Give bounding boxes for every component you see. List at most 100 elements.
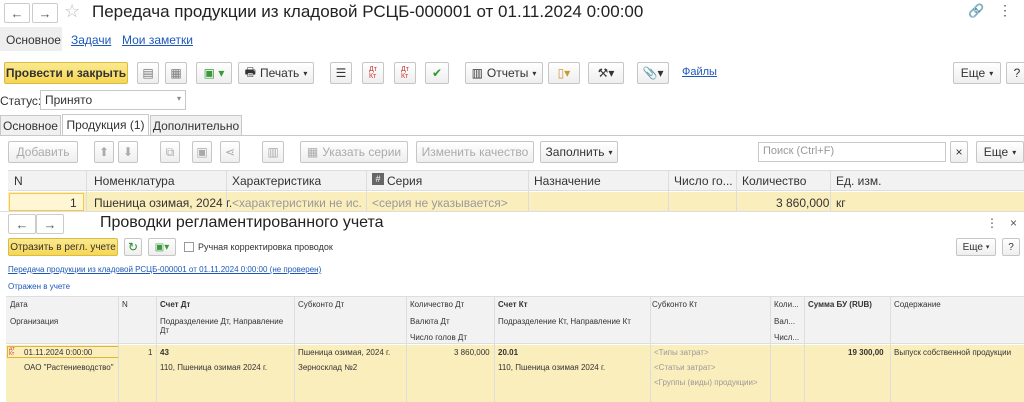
p-sub-kt1: <Типы затрат>	[654, 348, 709, 357]
h-sub-kt[interactable]: Субконто Кт	[652, 300, 697, 309]
chevron-down-icon: ▾	[176, 94, 181, 103]
h-n[interactable]: N	[122, 300, 128, 309]
h-dept-dt[interactable]: Подразделение Дт, Направление Дт	[160, 317, 292, 335]
split-button[interactable]: ⋖	[220, 141, 240, 163]
tabs-underline	[0, 135, 1024, 136]
col-quantity[interactable]: Количество	[742, 174, 806, 188]
h-cur-dt[interactable]: Валюта Дт	[410, 317, 450, 326]
post-button[interactable]: ▦	[165, 62, 187, 84]
series-icon: ▦	[306, 145, 319, 159]
tab-products[interactable]: Продукция (1)	[62, 114, 149, 135]
add-button[interactable]: Добавить	[8, 141, 78, 163]
search-input[interactable]: Поиск (Ctrl+F)	[758, 142, 946, 162]
list-button[interactable]: ☰	[330, 62, 352, 84]
reflect-button[interactable]: Отразить в регл. учете	[8, 238, 118, 256]
h-kt[interactable]: Счет Кт	[498, 300, 528, 309]
nav-tab-main[interactable]: Основное	[6, 33, 61, 47]
create-based-icon: ▣ ▾	[203, 66, 225, 80]
reports-button[interactable]: ▥ Отчеты ▾	[465, 62, 543, 84]
doc-link[interactable]: Передача продукции из кладовой РСЦБ-0000…	[8, 265, 321, 274]
create-based-button[interactable]: ▣ ▾	[196, 62, 232, 84]
sub-close-icon[interactable]: ×	[1010, 216, 1017, 230]
check-button[interactable]: ✔	[425, 62, 449, 84]
files-link[interactable]: Файлы	[682, 66, 717, 78]
more-button[interactable]: Еще ▾	[953, 62, 1001, 84]
h-date[interactable]: Дата	[10, 300, 28, 309]
status-select[interactable]: Принято ▾	[40, 90, 186, 110]
row-characteristic: <характеристики не ис...	[232, 196, 362, 210]
dt-kt-button-2[interactable]: Дт Кт	[394, 62, 416, 84]
h-cur-kt[interactable]: Вал...	[774, 317, 802, 326]
dt-kt-button[interactable]: Дт Кт	[362, 62, 384, 84]
save-icon: ▤	[142, 66, 154, 80]
favorite-star-icon[interactable]: ☆	[64, 1, 80, 22]
tab-main[interactable]: Основное	[0, 115, 61, 135]
col-divider	[650, 296, 651, 402]
post-icon: ▦	[170, 66, 182, 80]
sub-help-button[interactable]: ?	[1002, 238, 1020, 256]
row-item: Пшеница озимая, 2024 г.	[94, 196, 233, 210]
h-qty-kt[interactable]: Коли...	[774, 300, 802, 309]
copy-button[interactable]: ⧉	[160, 141, 180, 163]
manual-label: Ручная корректировка проводок	[198, 242, 333, 252]
sub-back-button[interactable]: ←	[8, 214, 36, 234]
sub-forward-button[interactable]: →	[36, 214, 64, 234]
nav-tab-notes[interactable]: Мои заметки	[122, 33, 193, 47]
clear-search-button[interactable]: ×	[950, 141, 968, 163]
h-sum[interactable]: Сумма БУ (RUB)	[808, 300, 872, 309]
save-button[interactable]: ▤	[137, 62, 159, 84]
fill-button[interactable]: Заполнить ▾	[540, 141, 618, 163]
manual-checkbox[interactable]	[184, 242, 194, 252]
check-icon: ✔	[431, 66, 443, 80]
h-heads-kt[interactable]: Числ...	[774, 333, 802, 342]
specify-series-label: Указать серии	[322, 145, 402, 159]
h-dt[interactable]: Счет Дт	[160, 300, 190, 309]
products-more-button[interactable]: Еще ▾	[976, 141, 1024, 163]
p-dt: 43	[160, 348, 169, 357]
p-dept-dt: 110, Пшеница озимая 2024 г.	[160, 363, 268, 372]
doc-menu-button[interactable]: ▯▾	[548, 62, 580, 84]
h-sub-dt[interactable]: Субконто Дт	[298, 300, 344, 309]
col-item[interactable]: Номенклатура	[94, 174, 175, 188]
col-n[interactable]: N	[14, 174, 23, 188]
help-button[interactable]: ?	[1006, 62, 1024, 84]
move-up-button[interactable]: ⬆	[94, 141, 114, 163]
sub-create-button[interactable]: ▣▾	[148, 238, 176, 256]
barcode-button[interactable]: ▥	[262, 141, 284, 163]
print-label: Печать	[260, 66, 300, 80]
col-heads[interactable]: Число го...	[674, 174, 734, 188]
post-close-button[interactable]: Провести и закрыть	[4, 62, 128, 84]
h-content[interactable]: Содержание	[894, 300, 941, 309]
link-icon[interactable]: 🔗	[968, 3, 984, 19]
attach-button[interactable]: 📎▾	[637, 62, 669, 84]
move-down-button[interactable]: ⬇	[118, 141, 138, 163]
h-dept-kt[interactable]: Подразделение Кт, Направление Кт	[498, 317, 631, 326]
h-org[interactable]: Организация	[10, 317, 58, 326]
arrow-left-icon: ←	[10, 5, 24, 21]
more-menu-icon[interactable]: ⋮	[998, 2, 1012, 19]
arrow-down-icon: ⬇	[122, 145, 134, 159]
col-divider	[770, 296, 771, 402]
change-quality-button[interactable]: Изменить качество	[416, 141, 534, 163]
refresh-button[interactable]: ↻	[124, 238, 142, 256]
col-characteristic[interactable]: Характеристика	[232, 174, 321, 188]
nav-tab-tasks[interactable]: Задачи	[71, 33, 111, 47]
sub-more-button[interactable]: Еще ▾	[956, 238, 996, 256]
forward-button[interactable]: →	[32, 3, 58, 23]
col-unit[interactable]: Ед. изм.	[836, 174, 881, 188]
sub-more-menu-icon[interactable]: ⋮	[986, 216, 998, 230]
col-divider	[528, 170, 529, 212]
h-heads-dt[interactable]: Число голов Дт	[410, 333, 467, 342]
col-purpose[interactable]: Назначение	[534, 174, 601, 188]
specify-series-button[interactable]: ▦ Указать серии	[300, 141, 408, 163]
tools-button[interactable]: ⚒▾	[588, 62, 624, 84]
reports-label: Отчеты	[486, 66, 529, 80]
back-button[interactable]: ←	[4, 3, 30, 23]
h-qty-dt[interactable]: Количество Дт	[410, 300, 464, 309]
col-series[interactable]: Серия	[387, 174, 422, 188]
col-divider	[406, 296, 407, 402]
hash-icon: #	[372, 173, 384, 185]
tab-additional[interactable]: Дополнительно	[150, 115, 242, 135]
paste-button[interactable]: ▣	[192, 141, 212, 163]
print-button[interactable]: 🖶 Печать ▾	[238, 62, 314, 84]
